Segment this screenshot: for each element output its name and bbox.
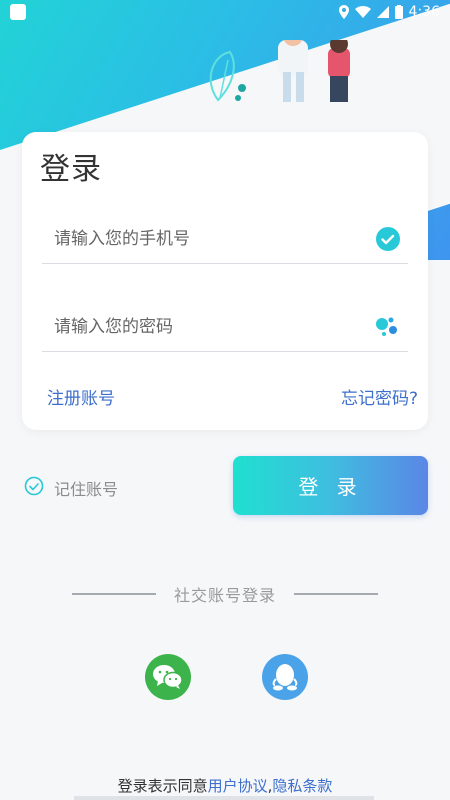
login-button[interactable]: 登 录: [233, 456, 428, 515]
battery-icon: [394, 5, 403, 19]
divider-line-left: [72, 593, 156, 595]
password-visibility-icon[interactable]: [374, 314, 400, 340]
location-icon: [338, 5, 349, 19]
status-time: 4:36: [408, 4, 440, 20]
agreement-prefix: 登录表示同意: [117, 777, 208, 795]
wifi-icon: [354, 6, 371, 18]
remember-check-icon[interactable]: [24, 476, 44, 500]
bottom-gesture-bar: [74, 796, 374, 800]
agreement-text: 登录表示同意用户协议,隐私条款: [0, 775, 450, 796]
password-field: [42, 302, 408, 352]
login-card: 登录 注册账号 忘记密码?: [22, 132, 428, 430]
app-notification-icon: [10, 4, 26, 20]
qq-icon: [272, 664, 298, 691]
phone-field: [42, 214, 408, 264]
page-title: 登录: [40, 152, 102, 187]
wechat-login-button[interactable]: [145, 654, 191, 700]
check-circle-icon: [376, 226, 400, 251]
password-input[interactable]: [42, 316, 342, 337]
divider-line-right: [293, 593, 378, 595]
phone-input[interactable]: [42, 228, 342, 249]
hero-illustration: [209, 40, 350, 102]
forgot-password-link[interactable]: 忘记密码?: [341, 384, 418, 409]
social-divider: 社交账号登录: [72, 582, 378, 606]
user-agreement-link[interactable]: 用户协议: [208, 777, 268, 795]
privacy-policy-link[interactable]: 隐私条款: [272, 777, 332, 795]
status-bar: 4:36: [0, 0, 450, 24]
qq-login-button[interactable]: [262, 654, 308, 700]
wechat-icon: [153, 665, 183, 689]
remember-label: 记住账号: [54, 480, 119, 499]
signal-icon: [376, 6, 389, 18]
remember-account[interactable]: 记住账号: [24, 476, 118, 500]
register-link[interactable]: 注册账号: [47, 384, 115, 409]
social-divider-text: 社交账号登录: [173, 586, 276, 605]
